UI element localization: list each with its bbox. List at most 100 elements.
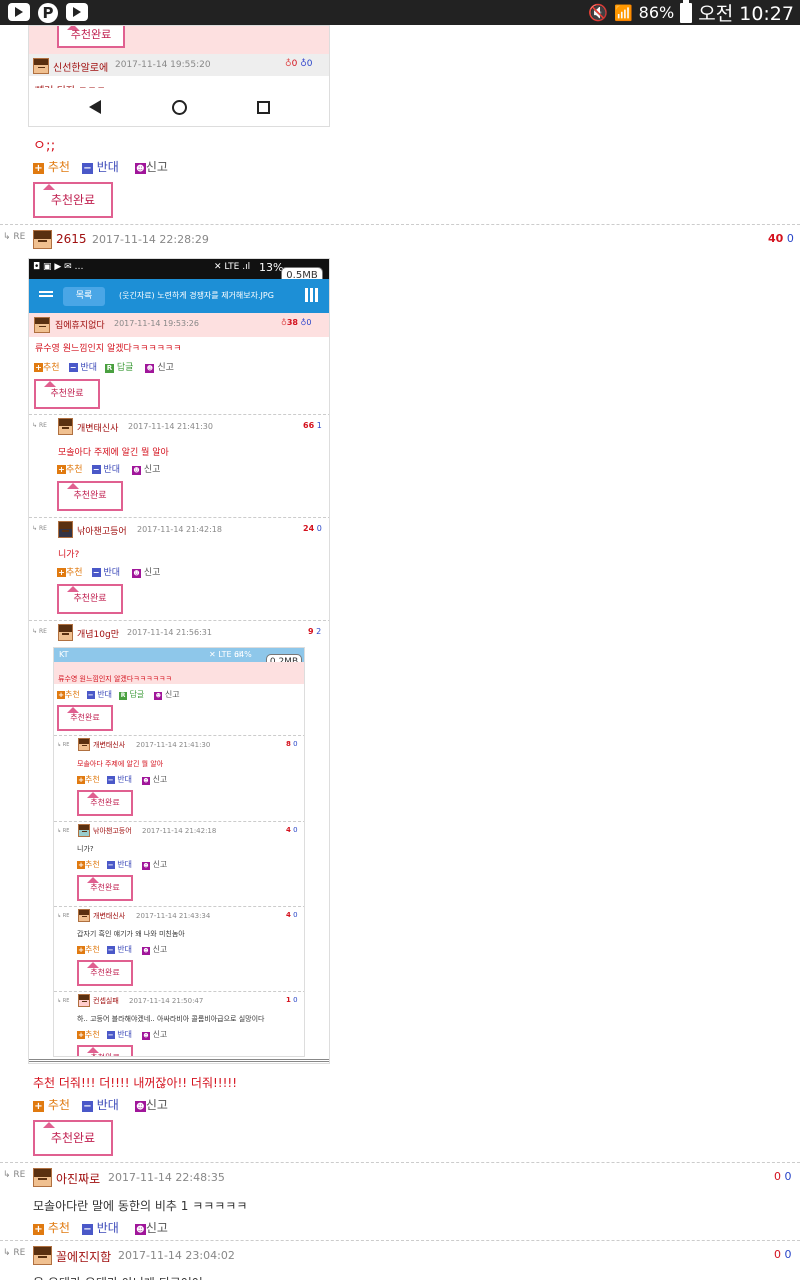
p-app-icon: P [38, 3, 58, 23]
plus-icon: + [34, 363, 43, 372]
report-icon: ☻ [132, 466, 141, 475]
recommend-button: +추천 [34, 363, 60, 373]
report-button[interactable]: ☻신고 [134, 1096, 168, 1113]
reply-actions: +추천 − 반대 ☻ 신고 [77, 859, 167, 870]
mute-icon: 🔇 [588, 3, 608, 22]
report-button[interactable]: ☻신고 [134, 1219, 168, 1236]
embedded-screenshot-top[interactable]: 추천완료 신선한알로에 2017-11-14 19:55:20 ♁0 ♁0 빼러… [28, 25, 330, 127]
report-button: ☻ 신고 [142, 1030, 168, 1040]
report-button: ☻ 신고 [132, 568, 161, 578]
recommend-button[interactable]: + 추천 [33, 1219, 70, 1236]
divider [54, 991, 304, 992]
oppose-button[interactable]: − 반대 [81, 1096, 119, 1113]
recommend-button: +추천 [77, 945, 100, 954]
embed-bottom-border [29, 1059, 329, 1062]
plus-icon: + [57, 568, 66, 577]
comment-text: 응 유태가 유태가 아니게 되구어어 [33, 1274, 203, 1280]
report-icon: ☻ [134, 163, 146, 174]
oppose-button[interactable]: − 반대 [81, 158, 119, 175]
nickname: 컨셉실패 [93, 997, 119, 1005]
recommend-done-badge: 추천완료 [57, 26, 125, 48]
minus-icon: − [68, 363, 78, 372]
report-icon: ☻ [142, 947, 151, 955]
reply-indicator-icon: ↳ RE [32, 422, 47, 429]
avatar [33, 1168, 52, 1187]
divider [54, 821, 304, 822]
divider [0, 1162, 800, 1163]
timestamp: 2017-11-14 23:04:02 [118, 1249, 235, 1262]
recommend-button[interactable]: + 추천 [33, 1096, 70, 1113]
avatar [78, 824, 90, 837]
battery-icon [680, 0, 693, 23]
recommend-button: +추천 [77, 1030, 100, 1039]
nested-screenshot: KT ✕ LTE .ıl 64% 0.2MB 류수영 원느낌인지 알겠다ㅋㅋㅋㅋ… [53, 647, 305, 1057]
grid-icon[interactable] [305, 288, 319, 302]
nickname[interactable]: 아진짜로 [56, 1170, 100, 1187]
recommend-done-badge: 추천완료 [33, 182, 113, 218]
avatar [58, 521, 73, 538]
nickname: 개변태신사 [93, 912, 126, 920]
embedded-screenshot[interactable]: ◘ ▣ ▶ ✉ … ✕ LTE .ıl 13% 0.5MB 목록 (웃긴자료) … [28, 258, 330, 1064]
comment-text: ㅇ;; [33, 138, 56, 154]
avatar [78, 909, 90, 922]
reply-indicator-icon: ↳ RE [57, 998, 70, 1004]
recommend-done-badge: 추천완료 [34, 379, 100, 409]
minus-icon: − [81, 1101, 93, 1112]
nickname: 개변태신사 [93, 741, 126, 749]
plus-icon: + [77, 776, 85, 784]
oppose-button[interactable]: − 반대 [81, 1219, 119, 1236]
recommend-button[interactable]: + 추천 [33, 158, 70, 175]
report-button: ☻ 신고 [142, 860, 168, 870]
timestamp: 2017-11-14 19:55:20 [115, 60, 211, 70]
timestamp: 2017-11-14 22:28:29 [92, 233, 209, 246]
divider [0, 1240, 800, 1241]
vote-counts: 4 0 [286, 911, 298, 919]
oppose-button: − 반대 [106, 860, 133, 869]
nickname: 낚아챈고등어 [77, 527, 127, 537]
vote-counts: 40 0 [768, 232, 794, 245]
home-icon[interactable] [172, 100, 187, 115]
vote-counts: 0 0 [774, 1170, 792, 1183]
reply-text: 하.. 고등어 블라해야겠네.. 아싸라비아 콜롬비아급으로 실망이다 [77, 1015, 265, 1023]
list-tab-button[interactable]: 목록 [63, 287, 105, 306]
reply-indicator-icon: ↳ RE [57, 828, 70, 834]
youtube-icon [66, 3, 88, 21]
recommend-done-badge: 추천완료 [77, 1045, 133, 1056]
vote-counts: 9 2 [308, 627, 322, 636]
report-button: ☻ 신고 [132, 465, 161, 475]
report-icon: ☻ [142, 862, 151, 870]
reply-text: 모솔아다 주제에 알긴 뭘 알아 [58, 448, 169, 458]
report-icon: ☻ [134, 1224, 146, 1235]
nickname: 낚아챈고등어 [93, 827, 132, 835]
minus-icon: − [81, 1224, 93, 1235]
vote-counts: 24 0 [303, 524, 322, 533]
recommend-button: +추천 [57, 465, 83, 475]
youtube-icon [8, 3, 30, 21]
avatar [78, 994, 90, 1007]
nickname[interactable]: 2615 [56, 232, 87, 246]
minus-icon: − [91, 568, 101, 577]
vote-counts: 66 1 [303, 421, 322, 430]
minus-icon: − [91, 465, 101, 474]
avatar [34, 317, 50, 333]
timestamp: 2017-11-14 19:53:26 [114, 319, 199, 328]
reply-actions: +추천 − 반대 ☻ 신고 [57, 565, 160, 578]
reply-indicator-icon: ↳ RE [3, 232, 26, 242]
report-button[interactable]: ☻신고 [134, 158, 168, 175]
minus-icon: − [106, 946, 115, 954]
recents-icon[interactable] [257, 101, 270, 114]
minus-icon: − [106, 861, 115, 869]
back-icon[interactable] [89, 100, 101, 114]
timestamp: 2017-11-14 21:41:30 [128, 422, 213, 431]
menu-icon[interactable] [39, 291, 53, 293]
reply-actions: +추천 − 반대 ☻ 신고 [77, 774, 167, 785]
nickname[interactable]: 꼴에진지함 [56, 1248, 111, 1265]
reply-text: 모솔아다 주제에 알긴 뭘 알아 [77, 760, 164, 768]
divider [54, 735, 304, 736]
report-icon: ☻ [142, 777, 151, 785]
report-button: ☻ 신고 [142, 775, 168, 785]
nested-battery: 64% [234, 650, 252, 659]
oppose-button: − 반대 [106, 945, 133, 954]
reply-actions: +추천 − 반대 ☻ 신고 [77, 1029, 167, 1040]
plus-icon: + [57, 465, 66, 474]
